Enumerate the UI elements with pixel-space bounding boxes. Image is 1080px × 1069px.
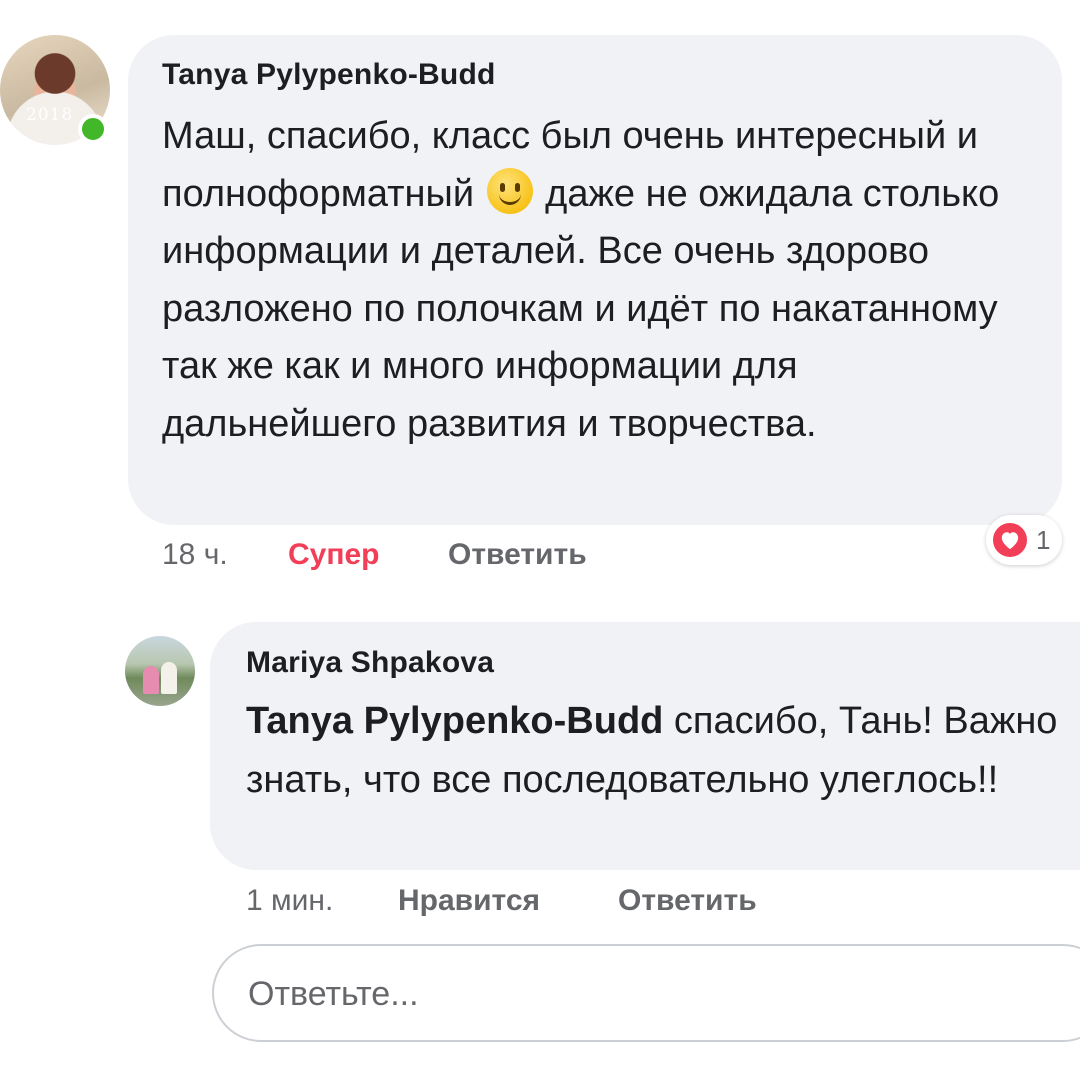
avatar-figure: [161, 662, 177, 694]
heart-shape: [1001, 532, 1019, 550]
reaction-super-button[interactable]: Супер: [288, 538, 379, 572]
avatar-year-text: 2018: [26, 105, 74, 125]
reply-reply-button[interactable]: Ответить: [618, 884, 757, 918]
comment-text: Маш, спасибо, класс был очень интересный…: [162, 108, 1042, 454]
reply-input[interactable]: [246, 974, 1050, 1015]
comment-reply-button[interactable]: Ответить: [448, 538, 587, 572]
avatar-mariya[interactable]: [125, 636, 195, 706]
reaction-summary[interactable]: 1: [986, 515, 1063, 565]
smiley-icon: [486, 167, 533, 214]
reply-text: Tanya Pylypenko-Budd спасибо, Тань! Важн…: [246, 692, 1066, 810]
reaction-count: 1: [1036, 524, 1051, 555]
reply-author[interactable]: Mariya Shpakova: [246, 646, 494, 680]
like-button[interactable]: Нравится: [398, 884, 540, 918]
online-status-icon: [78, 114, 108, 144]
heart-icon: [990, 520, 1030, 560]
reply-mention-link[interactable]: Tanya Pylypenko-Budd: [246, 700, 663, 742]
comment-time: 18 ч.: [162, 538, 228, 571]
avatar-figure: [143, 666, 159, 694]
comment-author[interactable]: Tanya Pylypenko-Budd: [162, 58, 496, 92]
reply-time: 1 мин.: [246, 884, 334, 917]
reply-composer[interactable]: [212, 944, 1080, 1042]
